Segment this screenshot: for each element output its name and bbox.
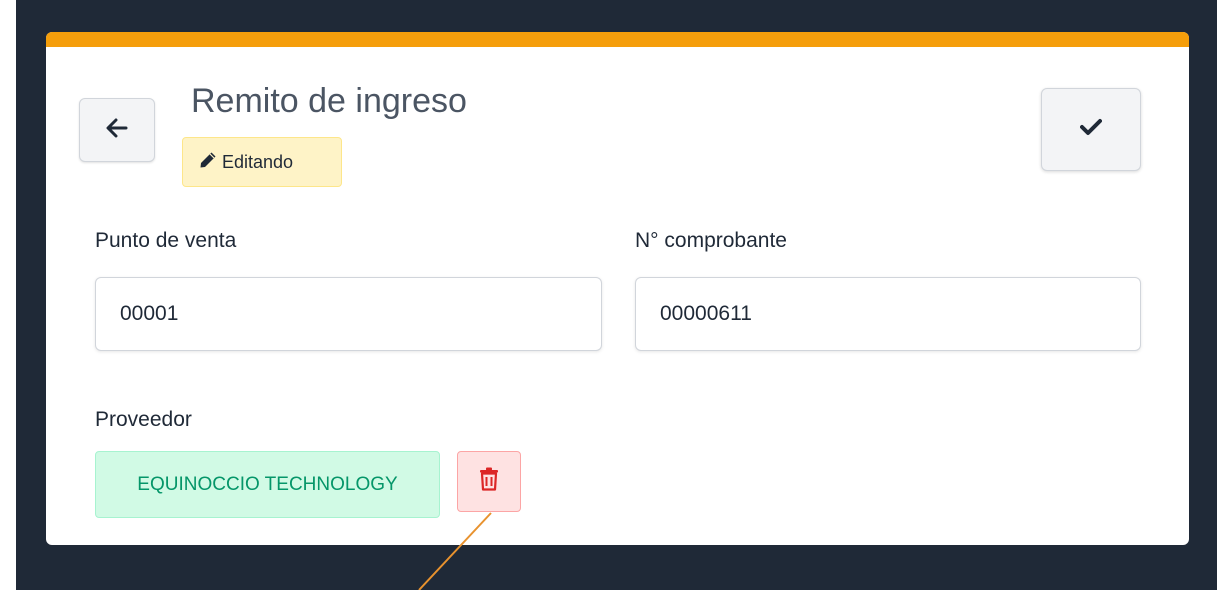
punto-venta-input[interactable]	[95, 277, 602, 351]
confirm-button[interactable]	[1041, 88, 1141, 171]
status-badge: Editando	[182, 137, 342, 187]
form-card: Remito de ingreso Editando Punto de vent…	[46, 32, 1189, 545]
delete-supplier-button[interactable]	[457, 451, 521, 512]
proveedor-label: Proveedor	[95, 408, 192, 431]
supplier-chip[interactable]: EQUINOCCIO TECHNOLOGY	[95, 451, 440, 518]
arrow-left-icon	[106, 118, 128, 143]
pencil-icon	[199, 151, 217, 174]
trash-icon	[479, 467, 499, 496]
check-icon	[1080, 118, 1102, 141]
status-badge-label: Editando	[222, 151, 294, 172]
back-button[interactable]	[79, 98, 155, 162]
comprobante-label: N° comprobante	[635, 229, 787, 252]
comprobante-input[interactable]	[635, 277, 1141, 351]
card-accent-bar	[46, 32, 1189, 47]
punto-venta-label: Punto de venta	[95, 229, 237, 252]
page-title: Remito de ingreso	[191, 82, 467, 120]
